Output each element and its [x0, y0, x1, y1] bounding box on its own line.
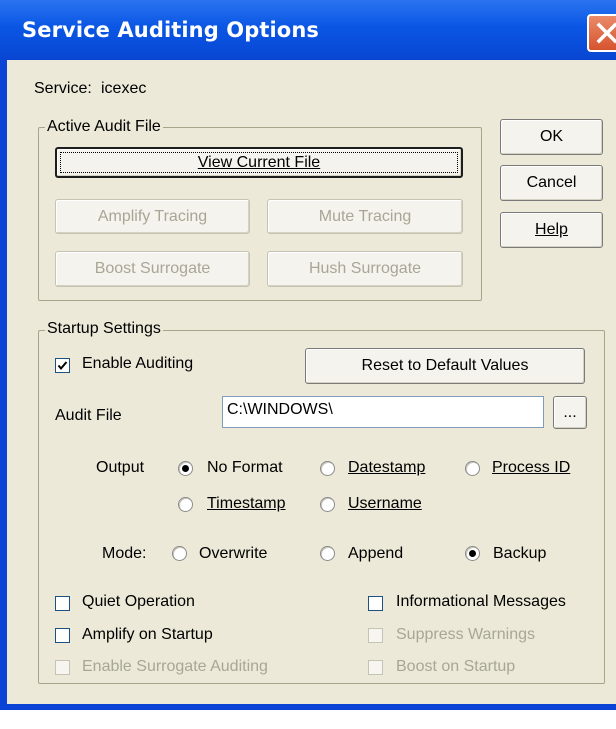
hush-surrogate-label: Hush Surrogate [308, 260, 422, 277]
hush-surrogate-button[interactable]: Hush Surrogate [267, 251, 463, 287]
service-name: icexec [101, 80, 147, 97]
amplify-tracing-label: Amplify Tracing [97, 207, 208, 225]
suppress-warnings-checkbox[interactable] [368, 628, 383, 643]
audit-file-label: Audit File [55, 407, 122, 424]
amplify-on-startup-label: Amplify on Startup [82, 626, 213, 643]
boost-on-startup-label: Boost on Startup [396, 658, 516, 675]
radio-selected-dot [182, 465, 189, 472]
boost-surrogate-button[interactable]: Boost Surrogate [55, 251, 250, 287]
window-title: Service Auditing Options [22, 18, 319, 42]
enable-auditing-label: Enable Auditing [82, 355, 194, 372]
mode-label-overwrite: Overwrite [199, 545, 268, 562]
mode-label: Mode: [102, 545, 147, 562]
active-audit-file-title: Active Audit File [45, 118, 163, 136]
audit-file-input[interactable]: C:\WINDOWS\ [222, 396, 544, 428]
mute-tracing-label: Mute Tracing [318, 207, 412, 225]
mode-label-backup: Backup [493, 545, 547, 562]
service-label: Service: [34, 80, 92, 97]
help-button[interactable]: Help [500, 212, 603, 248]
checkmark-icon [57, 361, 68, 371]
enable-auditing-checkbox[interactable] [55, 358, 70, 373]
output-radio-username[interactable] [320, 497, 335, 512]
output-label-no-format: No Format [207, 459, 283, 476]
output-radio-no-format[interactable] [178, 461, 193, 476]
reset-defaults-button[interactable]: Reset to Default Values [305, 348, 585, 384]
browse-label: ... [563, 403, 577, 421]
browse-button[interactable]: ... [553, 396, 587, 429]
output-label-datestamp: Datestamp [348, 459, 426, 476]
mode-radio-backup[interactable] [465, 546, 480, 561]
enable-surrogate-auditing-checkbox[interactable] [55, 660, 70, 675]
cancel-label: Cancel [526, 174, 577, 191]
quiet-operation-label: Quiet Operation [82, 593, 195, 610]
title-bar[interactable]: Service Auditing Options [0, 0, 616, 60]
reset-defaults-label: Reset to Default Values [361, 357, 529, 374]
boost-on-startup-checkbox[interactable] [368, 660, 383, 675]
radio-selected-dot [469, 550, 476, 557]
cancel-button[interactable]: Cancel [500, 165, 603, 201]
view-current-file-button[interactable]: View Current File [55, 147, 463, 178]
output-label-timestamp: Timestamp [207, 495, 286, 512]
dialog-body: Service: icexec Active Audit File View C… [7, 60, 616, 704]
informational-messages-checkbox[interactable] [368, 596, 383, 611]
informational-messages-label: Informational Messages [396, 593, 566, 610]
amplify-on-startup-checkbox[interactable] [55, 628, 70, 643]
quiet-operation-checkbox[interactable] [55, 596, 70, 611]
output-label-process-id: Process ID [492, 459, 571, 476]
output-label: Output [96, 459, 145, 476]
mute-tracing-button[interactable]: Mute Tracing [267, 199, 463, 234]
mode-label-append: Append [348, 545, 404, 562]
amplify-tracing-button[interactable]: Amplify Tracing [55, 199, 250, 234]
help-label: Help [535, 221, 568, 238]
enable-surrogate-auditing-label: Enable Surrogate Auditing [82, 658, 268, 675]
dialog-window: Service Auditing Options Service: icexec… [0, 0, 616, 710]
output-radio-datestamp[interactable] [320, 461, 335, 476]
ok-button[interactable]: OK [500, 119, 603, 155]
suppress-warnings-label: Suppress Warnings [396, 626, 536, 643]
mode-radio-overwrite[interactable] [172, 546, 187, 561]
output-label-username: Username [348, 495, 422, 512]
close-button[interactable] [587, 14, 616, 52]
startup-settings-title: Startup Settings [45, 320, 163, 338]
close-icon [596, 22, 616, 44]
output-radio-process-id[interactable] [465, 461, 480, 476]
focus-rect [60, 152, 458, 173]
ok-label: OK [539, 128, 564, 145]
output-radio-timestamp[interactable] [178, 497, 193, 512]
audit-file-value: C:\WINDOWS\ [227, 401, 333, 418]
mode-radio-append[interactable] [320, 546, 335, 561]
boost-surrogate-label: Boost Surrogate [94, 260, 211, 277]
